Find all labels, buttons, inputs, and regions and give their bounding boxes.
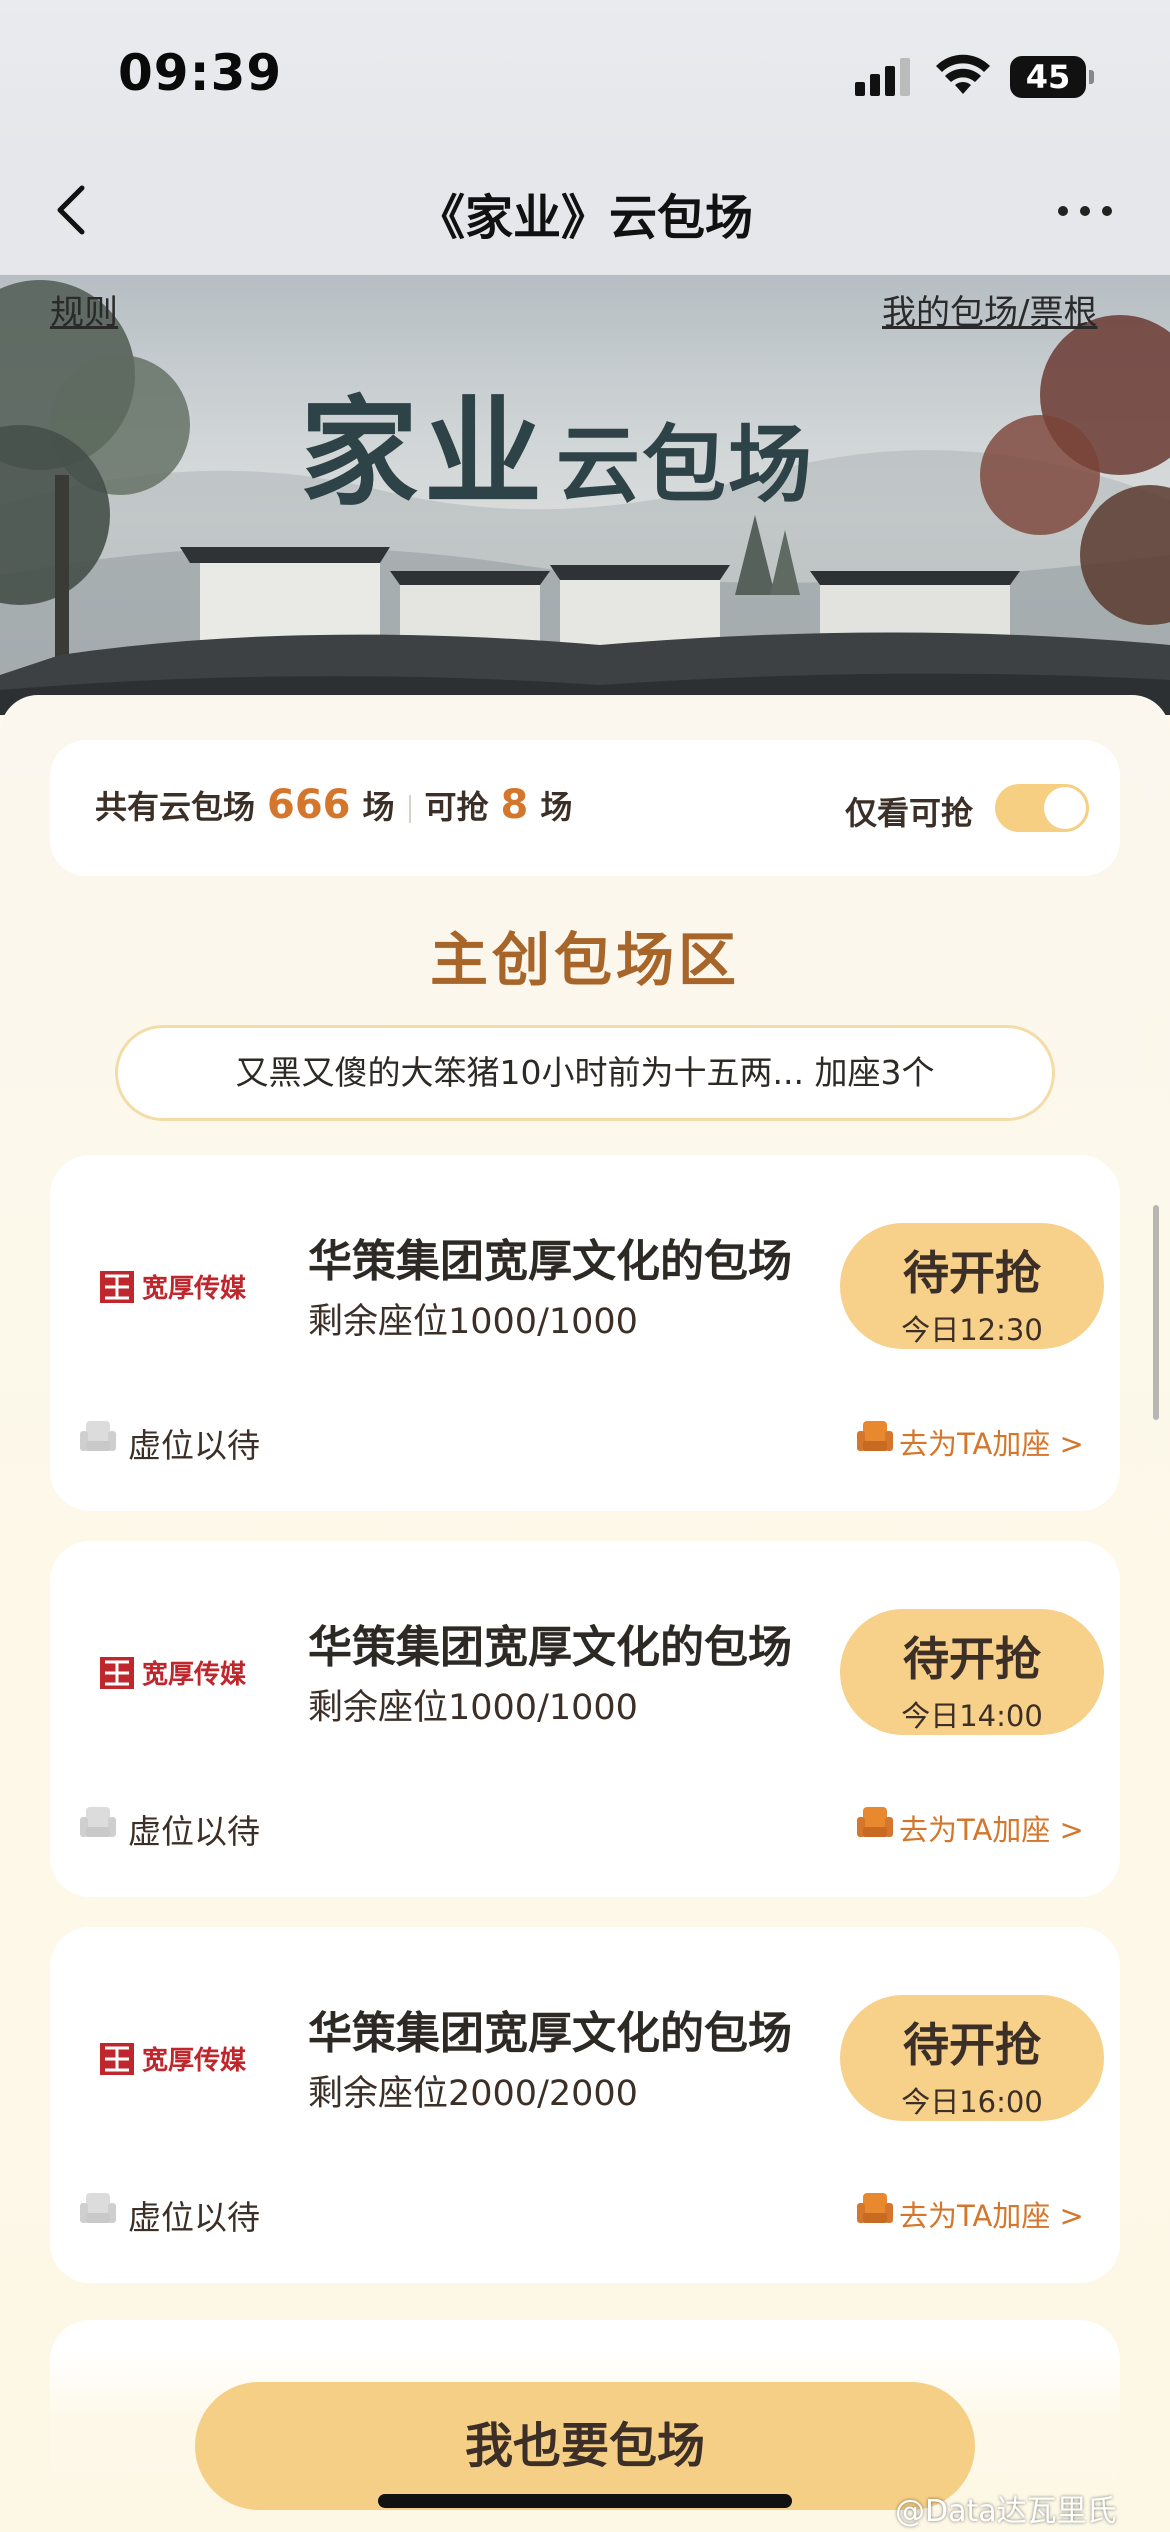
avail-unit: 场 — [540, 788, 573, 826]
banner-title-main: 家业 — [300, 383, 549, 522]
grab-time: 今日14:00 — [901, 1699, 1043, 1733]
more-icon[interactable] — [1050, 190, 1120, 230]
wait-text: 虚位以待 — [128, 1426, 260, 1465]
add-seat-text: 去为TA加座 > — [899, 2199, 1084, 2233]
signal-icon — [855, 58, 913, 96]
battery-icon: 45 — [1010, 56, 1094, 98]
status-bar: 09:39 45 — [0, 0, 1170, 150]
main-sheet: 共有云包场 666 场可抢 8 场 仅看可抢 主创包场区 又黑又傻的大笨猪10小时前为十… — [0, 695, 1170, 2532]
add-seat-text: 去为TA加座 > — [899, 1427, 1084, 1461]
add-seat-text: 去为TA加座 > — [899, 1813, 1084, 1847]
wait-text: 虚位以待 — [128, 2198, 260, 2237]
sofa-seat-icon — [857, 2193, 893, 2223]
total-unit: 场 — [362, 788, 395, 826]
grab-status: 待开抢 — [903, 1246, 1041, 1300]
event-seats: 剩余座位1000/1000 — [308, 1302, 638, 1342]
watermark: @Data达瓦里氏 — [895, 2494, 1117, 2529]
grab-status: 待开抢 — [903, 1632, 1041, 1686]
grab-time: 今日12:30 — [901, 1313, 1043, 1347]
only-available-toggle[interactable] — [995, 784, 1089, 832]
event-seats: 剩余座位1000/1000 — [308, 1688, 638, 1728]
event-seats: 剩余座位2000/2000 — [308, 2074, 638, 2114]
svg-text:宽厚传媒: 宽厚传媒 — [142, 2045, 247, 2076]
brand-logo: 宽厚传媒 — [100, 2039, 265, 2079]
home-indicator — [378, 2494, 792, 2508]
rules-link[interactable]: 规则 — [50, 285, 118, 334]
event-card[interactable]: 宽厚传媒 华策集团宽厚文化的包场 剩余座位1000/1000 待开抢 今日14:… — [50, 1541, 1120, 1897]
avail-count: 8 — [500, 782, 529, 828]
brand-logo: 宽厚传媒 — [100, 1267, 265, 1307]
event-title: 华策集团宽厚文化的包场 — [308, 1236, 792, 1287]
page-title: 《家业》云包场 — [416, 190, 753, 246]
event-card[interactable]: 宽厚传媒 华策集团宽厚文化的包场 剩余座位1000/1000 待开抢 今日12:… — [50, 1155, 1120, 1511]
nav-bar: 《家业》云包场 — [0, 150, 1170, 275]
brand-logo: 宽厚传媒 — [100, 1653, 265, 1693]
divider — [408, 795, 411, 823]
book-session-button[interactable]: 我也要包场 — [195, 2382, 975, 2510]
sofa-seat-icon — [80, 1421, 116, 1451]
summary-stats: 共有云包场 666 场可抢 8 场 — [95, 782, 572, 828]
only-available-label: 仅看可抢 — [845, 794, 974, 832]
event-card[interactable]: 宽厚传媒 华策集团宽厚文化的包场 剩余座位2000/2000 待开抢 今日16:… — [50, 1927, 1120, 2283]
total-count: 666 — [267, 782, 351, 828]
grab-status: 待开抢 — [903, 2018, 1041, 2072]
wait-text: 虚位以待 — [128, 1812, 260, 1851]
svg-text:宽厚传媒: 宽厚传媒 — [142, 1659, 247, 1690]
banner-title: 家业云包场 — [300, 357, 814, 528]
avail-prefix: 可抢 — [424, 788, 489, 826]
section-title: 主创包场区 — [429, 926, 740, 994]
grab-time: 今日16:00 — [901, 2085, 1043, 2119]
event-title: 华策集团宽厚文化的包场 — [308, 1622, 792, 1673]
wifi-icon — [936, 54, 990, 94]
grab-button[interactable]: 待开抢 今日12:30 — [840, 1223, 1104, 1349]
activity-marquee: 又黑又傻的大笨猪10小时前为十五两... 加座3个 — [115, 1025, 1055, 1121]
sofa-seat-icon — [80, 1807, 116, 1837]
scrollbar[interactable] — [1153, 1205, 1159, 1420]
total-prefix: 共有云包场 — [95, 788, 256, 826]
banner-title-sub: 云包场 — [556, 415, 815, 514]
summary-card: 共有云包场 666 场可抢 8 场 仅看可抢 — [50, 740, 1120, 876]
grab-button[interactable]: 待开抢 今日14:00 — [840, 1609, 1104, 1735]
hero-banner: 规则 我的包场/票根 家业云包场 — [0, 275, 1170, 715]
sofa-seat-icon — [857, 1807, 893, 1837]
sofa-seat-icon — [857, 1421, 893, 1451]
grab-button[interactable]: 待开抢 今日16:00 — [840, 1995, 1104, 2121]
my-tickets-link[interactable]: 我的包场/票根 — [882, 285, 1097, 334]
toggle-knob — [1044, 787, 1086, 829]
svg-text:宽厚传媒: 宽厚传媒 — [142, 1273, 247, 1304]
status-time: 09:39 — [118, 44, 283, 102]
sofa-seat-icon — [80, 2193, 116, 2223]
event-title: 华策集团宽厚文化的包场 — [308, 2008, 792, 2059]
